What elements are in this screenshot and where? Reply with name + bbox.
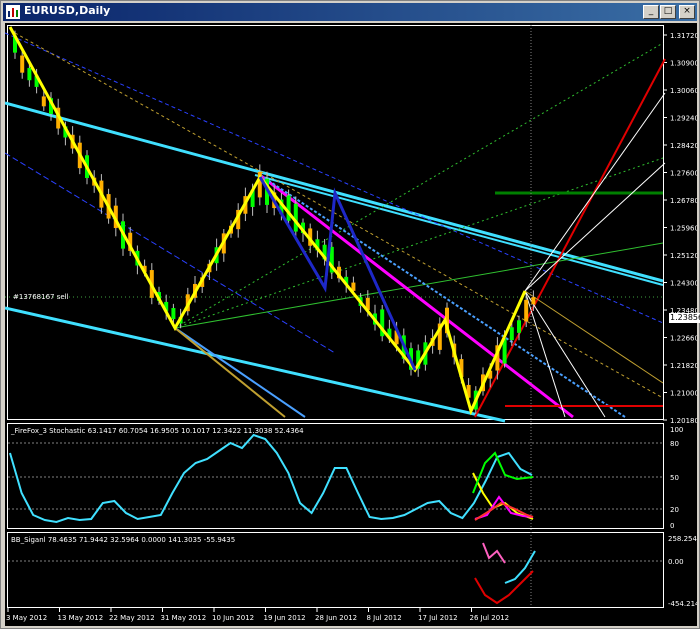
candle-body: [41, 96, 46, 107]
price-tick-label: 1.25960: [670, 225, 697, 233]
time-tick-label: 13 May 2012: [58, 614, 104, 622]
stochastic-level-label: 20: [670, 506, 679, 514]
signal-level-label: 0.00: [668, 558, 684, 566]
white-fan-line-2: [524, 162, 666, 292]
price-chart-canvas[interactable]: 1.31720 1.30900 1.30060 1.29240 1.28420 1.276…: [5, 23, 697, 626]
price-tick-label: 1.27600: [670, 170, 697, 178]
time-axis: 3 May 2012 13 May 2012 22 May 2012 31 May 2…: [6, 608, 509, 622]
candle-body: [171, 308, 176, 320]
stochastic-level-label: 80: [670, 440, 679, 448]
candle-body: [509, 327, 514, 341]
dashed-blue-line: [5, 32, 664, 324]
time-tick-label: 31 May 2012: [161, 614, 207, 622]
gold-fan-line: [524, 290, 664, 384]
candle-body: [286, 195, 291, 221]
green-fan-line: [174, 242, 664, 329]
maximize-button[interactable]: □: [660, 5, 676, 19]
candle-body: [20, 55, 25, 73]
stochastic-panel-frame: [7, 423, 664, 529]
candle-body: [517, 320, 521, 333]
price-tick-label: 1.28420: [670, 142, 697, 150]
current-price-tag: 1.23856: [669, 313, 700, 323]
signal-level-label: -454.214: [668, 600, 697, 608]
price-tick-label: 1.21000: [670, 390, 697, 398]
stochastic-level-label: 0: [670, 522, 674, 530]
time-tick-label: 26 Jul 2012: [470, 614, 510, 622]
white-fan-line-3: [524, 290, 566, 418]
stochastic-yellow-line: [472, 472, 534, 520]
window-title: EURUSD,Daily: [24, 4, 111, 17]
close-button[interactable]: ×: [679, 5, 695, 19]
stochastic-axis: 100 80 50 20 0: [670, 426, 683, 530]
time-tick-label: 19 Jun 2012: [264, 614, 306, 622]
trendlines: [5, 25, 666, 607]
price-tick-label: 1.30900: [670, 60, 697, 68]
price-tick-label: 1.22660: [670, 335, 697, 343]
candle-body: [531, 297, 536, 305]
time-tick-label: 3 May 2012: [6, 614, 47, 622]
chart-area[interactable]: 1.31720 1.30900 1.30060 1.29240 1.28420 1.276…: [5, 23, 700, 626]
signal-label: BB_Siganl 78.4635 71.9442 32.5964 0.0000…: [11, 536, 235, 544]
time-tick-label: 28 Jun 2012: [315, 614, 357, 622]
chart-window: EURUSD,Daily _ □ × 1.31720 1.30900 1.30060…: [0, 0, 700, 629]
chart-window-icon: [6, 5, 20, 19]
time-tick-label: 10 Jun 2012: [212, 614, 254, 622]
price-tick-label: 1.26780: [670, 197, 697, 205]
price-tick-label: 1.31720: [670, 32, 697, 40]
price-tick-label: 1.30060: [670, 87, 697, 95]
signal-level-label: 258.2543: [668, 535, 697, 543]
light-blue-line: [259, 174, 626, 418]
price-tick-label: 1.25120: [670, 252, 697, 260]
candle-body: [524, 299, 529, 322]
signal-magenta-line: [482, 542, 506, 564]
price-tick-label: 1.29240: [670, 115, 697, 123]
time-tick-label: 17 Jul 2012: [418, 614, 458, 622]
stochastic-level-label: 100: [670, 426, 683, 434]
stochastic-red-line: [474, 501, 534, 521]
gold-support-line: [174, 327, 286, 418]
price-tick-label: 1.20180: [670, 417, 697, 425]
time-tick-label: 8 Jul 2012: [367, 614, 402, 622]
candles: [13, 30, 536, 414]
signal-axis: 258.2543 0.00 -454.214: [668, 535, 697, 608]
stochastic-level-label: 50: [670, 474, 679, 482]
zigzag-line: [8, 26, 527, 416]
price-axis: 1.31720 1.30900 1.30060 1.29240 1.28420 1.276…: [663, 32, 697, 425]
candle-body: [27, 67, 32, 81]
channel-lower-line: [5, 306, 506, 423]
stochastic-label: _FireFox_3 Stochastic 63.1417 60.7054 16…: [10, 427, 304, 435]
signal-red-line: [474, 570, 534, 605]
price-tick-label: 1.24300: [670, 280, 697, 288]
price-tick-label: 1.21820: [670, 362, 697, 370]
dashed-green-line-2: [174, 157, 664, 329]
minimize-button[interactable]: _: [643, 5, 659, 19]
stochastic-levels: [8, 442, 663, 510]
signal-cyan-line: [504, 550, 536, 584]
white-fan-line-4: [524, 290, 606, 418]
title-bar[interactable]: EURUSD,Daily _ □ ×: [3, 3, 697, 21]
time-tick-label: 22 May 2012: [109, 614, 155, 622]
order-label[interactable]: #13768167 sell: [13, 293, 69, 301]
